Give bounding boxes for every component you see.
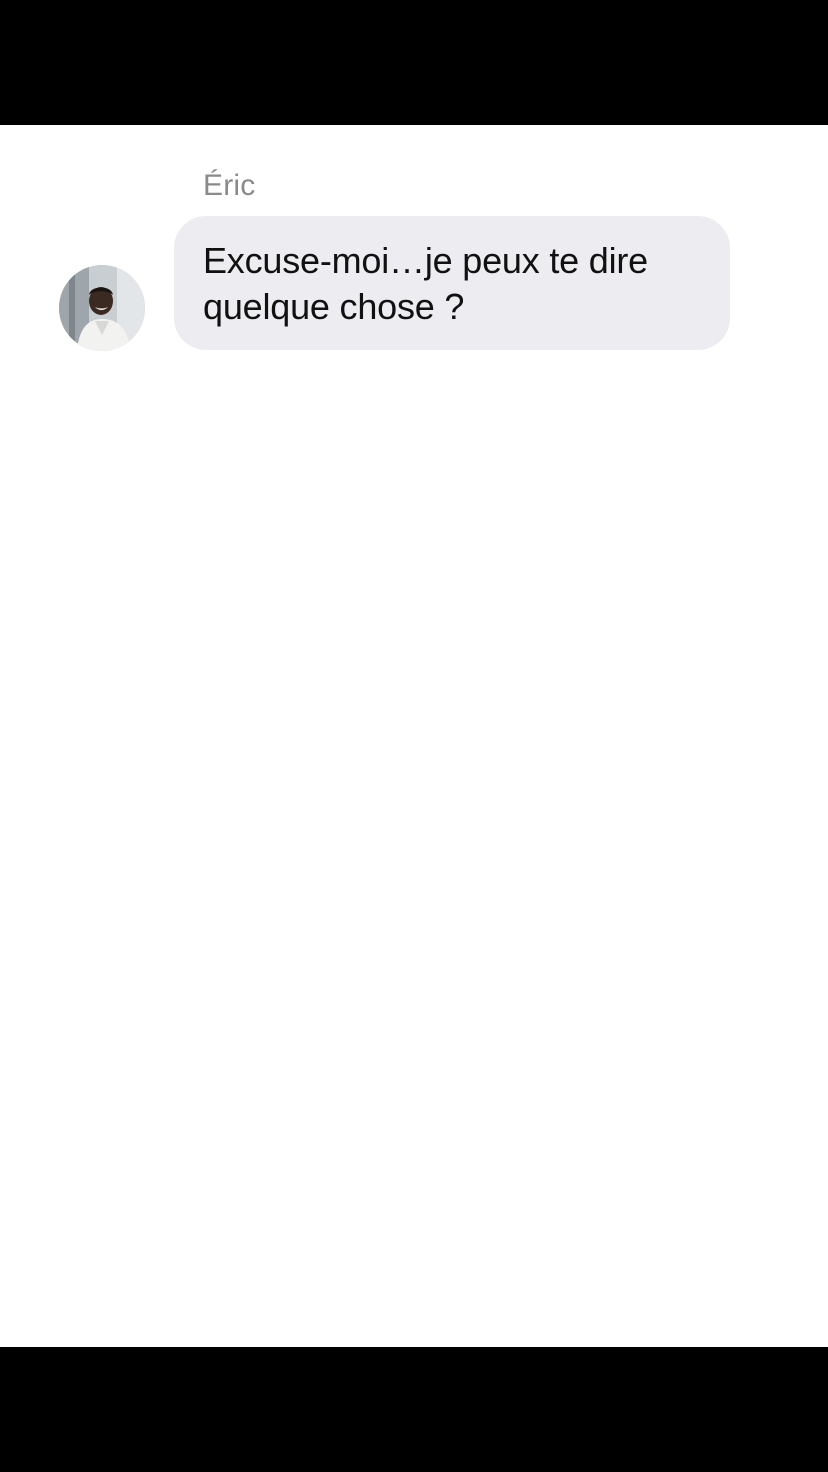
top-letterbox-bar [0, 0, 828, 125]
sender-name: Éric [203, 169, 256, 202]
chat-thread[interactable]: Éric Excuse-moi…je peux te dire quelque … [0, 125, 828, 1347]
contact-photo-icon [59, 265, 145, 351]
bottom-letterbox-bar [0, 1347, 828, 1472]
sender-avatar[interactable] [59, 265, 145, 351]
message-bubble[interactable]: Excuse-moi…je peux te dire quelque chose… [174, 216, 730, 350]
message-text: Excuse-moi…je peux te dire quelque chose… [203, 240, 648, 327]
